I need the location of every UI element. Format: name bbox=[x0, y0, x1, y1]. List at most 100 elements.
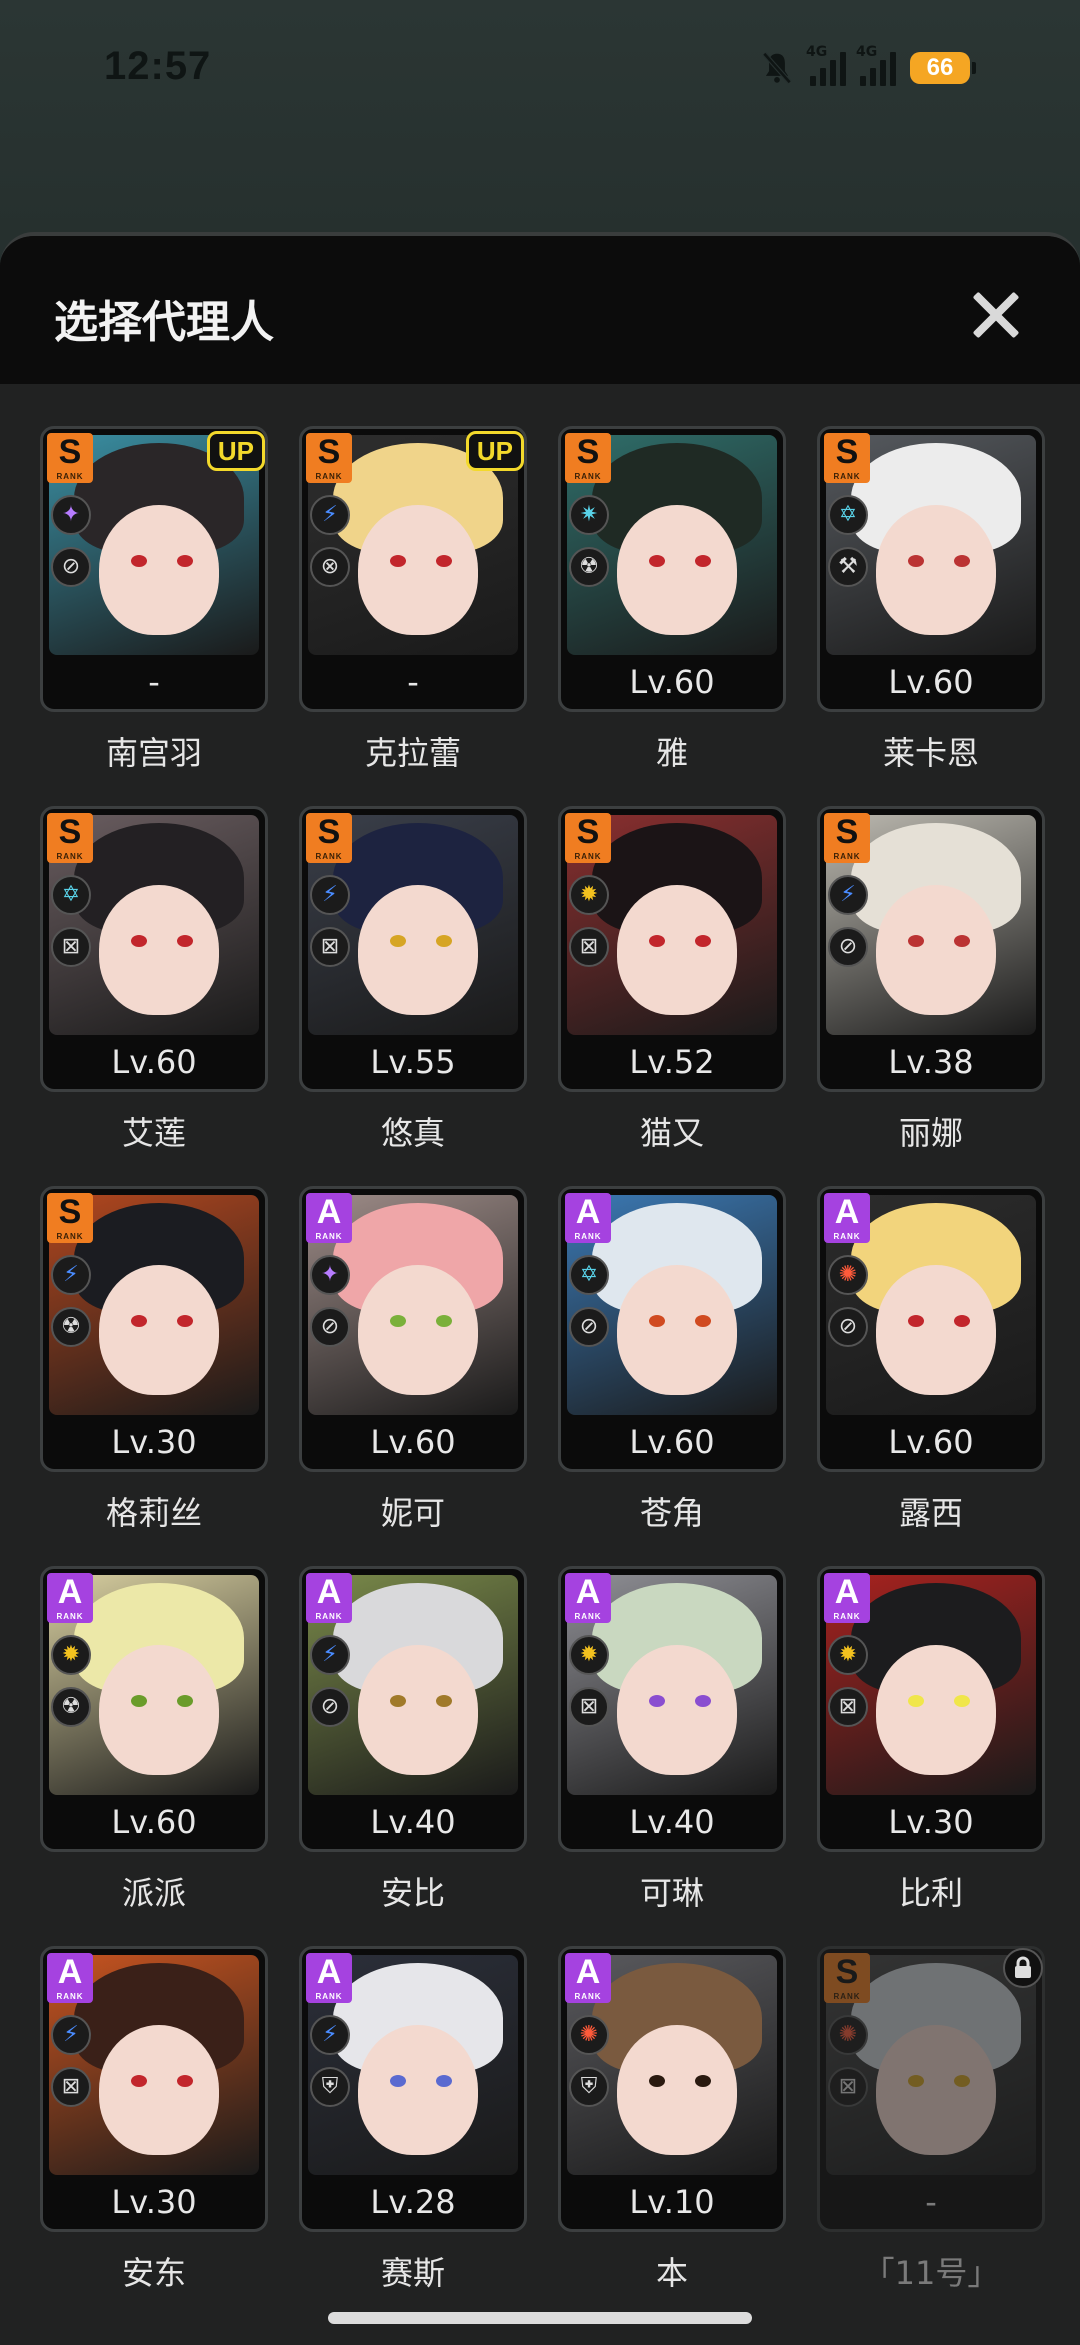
attribute-icon: ✦ bbox=[310, 1255, 350, 1295]
agent-card[interactable]: A RANK ✡ ⊘ Lv.60 苍角 bbox=[558, 1186, 786, 1566]
specialty-icon: ⊠ bbox=[569, 1687, 609, 1727]
portrait-face bbox=[617, 505, 737, 635]
agent-card[interactable]: S RANK ✺ ⊠ - 「11号」 bbox=[817, 1946, 1045, 2326]
agent-level: Lv.30 bbox=[111, 2183, 197, 2221]
status-bar: 12:57 4G 4G 66 bbox=[0, 0, 1080, 140]
rank-letter: S bbox=[835, 433, 859, 471]
panel-header: 选择代理人 bbox=[0, 236, 1080, 384]
agent-card[interactable]: S RANK ⚡ ⊗ - UP 克拉蕾 bbox=[299, 426, 527, 806]
rank-caption: RANK bbox=[574, 852, 602, 861]
specialty-icon: ⊠ bbox=[51, 927, 91, 967]
rank-letter: S bbox=[58, 813, 82, 851]
agent-name: 露西 bbox=[898, 1494, 963, 1532]
agent-card[interactable]: A RANK ✹ ☢ Lv.60 派派 bbox=[40, 1566, 268, 1946]
portrait-face bbox=[358, 1265, 478, 1395]
agent-card-frame: S RANK ⚡ ☢ Lv.30 bbox=[40, 1186, 268, 1472]
agent-card[interactable]: A RANK ✹ ⊠ Lv.30 比利 bbox=[817, 1566, 1045, 1946]
agent-card[interactable]: S RANK ✡ ⊠ Lv.60 艾莲 bbox=[40, 806, 268, 1186]
portrait-eye bbox=[954, 2075, 970, 2087]
rank-caption: RANK bbox=[315, 472, 343, 481]
portrait-face bbox=[99, 1265, 219, 1395]
portrait-eye bbox=[954, 1695, 970, 1707]
attribute-icon: ✹ bbox=[569, 875, 609, 915]
rank-badge: S RANK bbox=[824, 433, 870, 483]
rank-caption: RANK bbox=[315, 852, 343, 861]
portrait-eye bbox=[908, 555, 924, 567]
portrait-eye bbox=[177, 555, 193, 567]
portrait-eye bbox=[649, 555, 665, 567]
agent-level: Lv.60 bbox=[111, 1803, 197, 1841]
attribute-icon: ✡ bbox=[569, 1255, 609, 1295]
agent-card-frame: A RANK ✺ ⛨ Lv.10 bbox=[558, 1946, 786, 2232]
agent-card[interactable]: A RANK ✹ ⊠ Lv.40 可琳 bbox=[558, 1566, 786, 1946]
rank-badge: A RANK bbox=[306, 1573, 352, 1623]
portrait-eye bbox=[436, 935, 452, 947]
rank-caption: RANK bbox=[574, 1612, 602, 1621]
agent-card[interactable]: A RANK ⚡ ⊠ Lv.30 安东 bbox=[40, 1946, 268, 2326]
specialty-icon: ☢ bbox=[51, 1307, 91, 1347]
rank-badge: A RANK bbox=[47, 1573, 93, 1623]
agent-name: 克拉蕾 bbox=[364, 734, 461, 772]
agent-card[interactable]: S RANK ✷ ☢ Lv.60 雅 bbox=[558, 426, 786, 806]
agent-card[interactable]: S RANK ✦ ⊘ - UP 南宫羽 bbox=[40, 426, 268, 806]
agent-card[interactable]: A RANK ⚡ ⛨ Lv.28 赛斯 bbox=[299, 1946, 527, 2326]
mute-bell-icon bbox=[762, 52, 792, 84]
agent-card[interactable]: A RANK ✺ ⛨ Lv.10 本 bbox=[558, 1946, 786, 2326]
rank-badge: S RANK bbox=[47, 1193, 93, 1243]
rank-caption: RANK bbox=[574, 1992, 602, 2001]
agent-level: Lv.28 bbox=[370, 2183, 456, 2221]
portrait-face bbox=[617, 1265, 737, 1395]
portrait-eye bbox=[131, 1315, 147, 1327]
rank-caption: RANK bbox=[315, 1612, 343, 1621]
agent-name: 苍角 bbox=[639, 1494, 704, 1532]
agent-grid: S RANK ✦ ⊘ - UP 南宫羽 S RANK ⚡ ⊗ - UP 克拉蕾 bbox=[40, 426, 1050, 2326]
agent-card[interactable]: A RANK ⚡ ⊘ Lv.40 安比 bbox=[299, 1566, 527, 1946]
close-button[interactable] bbox=[970, 290, 1020, 340]
agent-name: 丽娜 bbox=[898, 1114, 963, 1152]
cellular-signal-icon-2: 4G bbox=[856, 44, 896, 86]
agent-name: 莱卡恩 bbox=[882, 734, 979, 772]
agent-card[interactable]: S RANK ⚡ ☢ Lv.30 格莉丝 bbox=[40, 1186, 268, 1566]
attribute-icon: ✡ bbox=[828, 495, 868, 535]
agent-card[interactable]: S RANK ⚡ ⊠ Lv.55 悠真 bbox=[299, 806, 527, 1186]
agent-card-frame: S RANK ⚡ ⊠ Lv.55 bbox=[299, 806, 527, 1092]
up-badge: UP bbox=[465, 431, 524, 471]
portrait-eye bbox=[649, 1695, 665, 1707]
portrait-eye bbox=[131, 555, 147, 567]
portrait-eye bbox=[436, 1695, 452, 1707]
portrait-eye bbox=[695, 1315, 711, 1327]
agent-level: Lv.52 bbox=[629, 1043, 715, 1081]
agent-name: 可琳 bbox=[639, 1874, 704, 1912]
agent-card[interactable]: A RANK ✺ ⊘ Lv.60 露西 bbox=[817, 1186, 1045, 1566]
rank-badge: A RANK bbox=[565, 1573, 611, 1623]
home-indicator[interactable] bbox=[328, 2312, 752, 2324]
rank-caption: RANK bbox=[56, 1612, 84, 1621]
agent-card[interactable]: A RANK ✦ ⊘ Lv.60 妮可 bbox=[299, 1186, 527, 1566]
portrait-face bbox=[617, 885, 737, 1015]
attribute-icon: ⚡ bbox=[828, 875, 868, 915]
agent-name: 悠真 bbox=[380, 1114, 445, 1152]
attribute-icon: ✷ bbox=[569, 495, 609, 535]
agent-card[interactable]: S RANK ✹ ⊠ Lv.52 猫又 bbox=[558, 806, 786, 1186]
attribute-icon: ✺ bbox=[828, 1255, 868, 1295]
agent-card[interactable]: S RANK ⚡ ⊘ Lv.38 丽娜 bbox=[817, 806, 1045, 1186]
agent-level: Lv.30 bbox=[888, 1803, 974, 1841]
rank-letter: A bbox=[575, 1193, 601, 1231]
specialty-icon: ⊗ bbox=[310, 547, 350, 587]
clock: 12:57 bbox=[104, 44, 212, 88]
agent-name: 雅 bbox=[655, 734, 688, 772]
portrait-eye bbox=[390, 555, 406, 567]
rank-badge: S RANK bbox=[306, 433, 352, 483]
specialty-icon: ⛨ bbox=[310, 2067, 350, 2107]
rank-caption: RANK bbox=[56, 1992, 84, 2001]
rank-letter: A bbox=[834, 1573, 860, 1611]
portrait-face bbox=[358, 885, 478, 1015]
agent-card[interactable]: S RANK ✡ ⚒ Lv.60 莱卡恩 bbox=[817, 426, 1045, 806]
agent-level: Lv.60 bbox=[370, 1423, 456, 1461]
portrait-eye bbox=[436, 1315, 452, 1327]
rank-caption: RANK bbox=[833, 472, 861, 481]
agent-name: 妮可 bbox=[380, 1494, 445, 1532]
rank-badge: A RANK bbox=[47, 1953, 93, 2003]
portrait-eye bbox=[695, 935, 711, 947]
agent-card-frame: A RANK ✹ ⊠ Lv.30 bbox=[817, 1566, 1045, 1852]
